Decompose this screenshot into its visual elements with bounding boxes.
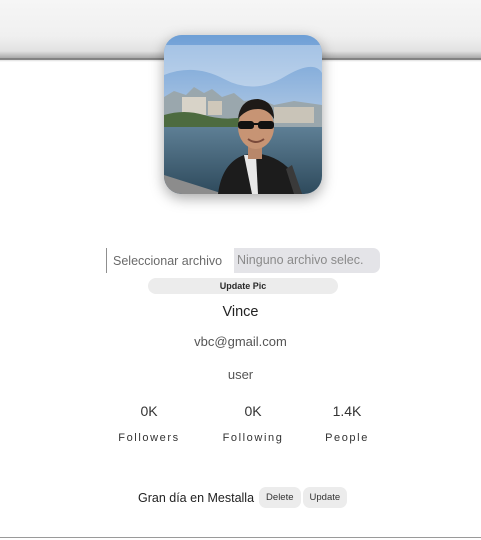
file-status-text: Ninguno archivo selec.	[237, 253, 364, 267]
update-pic-button[interactable]: Update Pic	[148, 278, 338, 294]
followers-label: Followers	[118, 432, 180, 444]
choose-file-button[interactable]: Seleccionar archivo	[106, 248, 234, 273]
avatar-photo	[164, 35, 322, 194]
people-label: People	[325, 432, 369, 444]
divider	[0, 537, 481, 538]
file-input[interactable]: Seleccionar archivo Ninguno archivo sele…	[106, 248, 380, 273]
profile-name: Vince	[222, 304, 259, 320]
post-text: Gran día en Mestalla	[138, 490, 255, 505]
profile-email: vbc@gmail.com	[194, 334, 287, 349]
following-count: 0K	[244, 403, 262, 419]
delete-post-button[interactable]: Delete	[259, 487, 301, 508]
profile-role: user	[227, 367, 254, 382]
followers-count: 0K	[140, 403, 158, 419]
avatar	[164, 35, 322, 194]
post-item: Gran día en Mestalla Delete Update	[138, 487, 348, 508]
people-count: 1.4K	[332, 403, 362, 419]
update-post-button[interactable]: Update	[302, 487, 348, 508]
